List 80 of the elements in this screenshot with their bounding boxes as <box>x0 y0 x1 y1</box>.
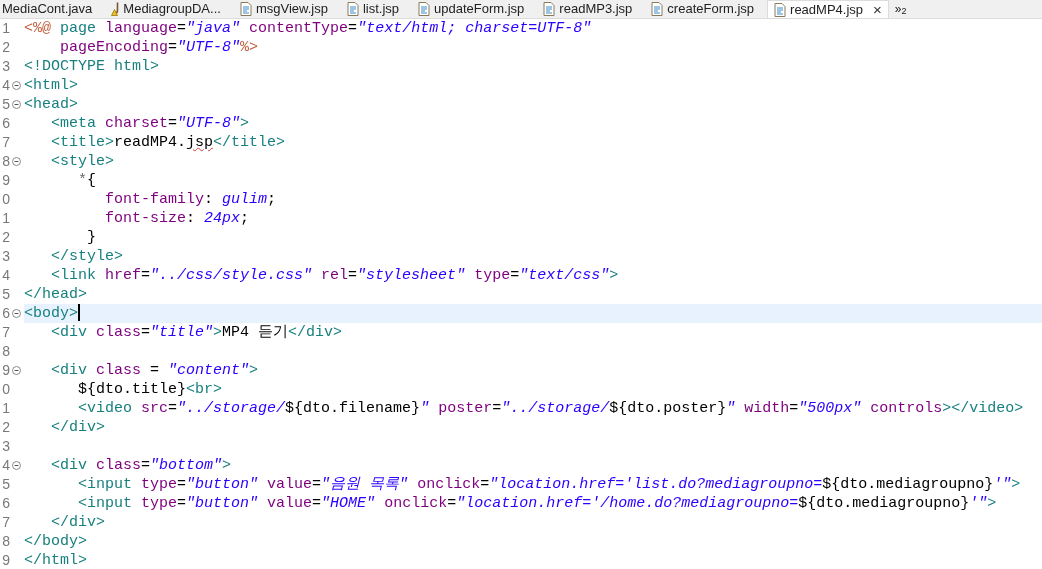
editor-tab[interactable]: updateForm.jsp <box>412 0 538 18</box>
collapse-icon[interactable] <box>12 366 21 375</box>
file-icon <box>346 2 359 16</box>
file-icon <box>239 2 252 16</box>
line-number: 4 <box>1 76 10 95</box>
code-line: <input type="button" value="음원 목록" onclick="location.href='list.do?mediagroupno=${dto.mediagroupno}'"> <box>77 475 1021 494</box>
line-number: 8 <box>1 532 10 551</box>
code-line: <!DOCTYPE html> <box>24 57 160 76</box>
line-number: 7 <box>1 133 10 152</box>
line-number: 4 <box>1 456 10 475</box>
line-number: 1 <box>1 209 10 228</box>
code-line: <div class = "content"> <box>50 361 259 380</box>
collapse-icon[interactable] <box>12 157 21 166</box>
file-icon <box>651 2 664 16</box>
more-tabs-button[interactable]: »$_{2}$ <box>888 0 913 18</box>
code-line: font-family: gulim; <box>104 190 277 209</box>
collapse-icon[interactable] <box>12 100 21 109</box>
code-line: <meta charset="UTF-8"> <box>50 114 250 133</box>
editor-tab[interactable]: msgView.jsp <box>233 0 341 18</box>
line-number: 8 <box>1 342 10 361</box>
editor-tab[interactable]: readMP4.jsp × <box>767 0 889 18</box>
line-number: 1 <box>1 19 10 38</box>
line-number: 6 <box>1 114 10 133</box>
code-line: <body> <box>24 304 78 323</box>
line-number: 7 <box>1 323 10 342</box>
code-line: </body> <box>24 532 87 551</box>
code-line: </html> <box>24 551 87 569</box>
file-icon <box>774 2 787 17</box>
code-line: <input type="button" value="HOME" onclick="location.href='/home.do?mediagroupno=${dto.mediagroupno}'"> <box>77 494 997 513</box>
code-line: <link href="../css/style.css" rel="stylesheet" type="text/css"> <box>50 266 619 285</box>
line-number: 4 <box>1 266 10 285</box>
collapse-icon[interactable] <box>12 81 21 90</box>
editor-tab[interactable]: MediaCont.java <box>0 0 106 18</box>
line-number: 0 <box>1 380 10 399</box>
line-number: 5 <box>1 285 10 304</box>
line-number: 5 <box>1 475 10 494</box>
code-line: } <box>86 228 96 247</box>
editor-tab[interactable]: createForm.jsp <box>645 0 768 18</box>
code-line: ${dto.title}<br> <box>77 380 223 399</box>
line-number: 2 <box>1 418 10 437</box>
code-line: <head> <box>24 95 78 114</box>
code-line: </style> <box>50 247 124 266</box>
editor-tab[interactable]: readMP3.jsp <box>537 0 646 18</box>
code-line: pageEncoding="UTF-8"%> <box>59 38 259 57</box>
file-icon <box>543 2 556 16</box>
line-number: 0 <box>1 190 10 209</box>
code-line: <video src="../storage/${dto.filename}" poster="../storage/${dto.poster}" width="500px" controls></video> <box>77 399 1024 418</box>
collapse-icon[interactable] <box>12 309 21 318</box>
collapse-icon[interactable] <box>12 461 21 470</box>
line-number: 5 <box>1 95 10 114</box>
line-number: 9 <box>1 361 10 380</box>
line-number: 9 <box>1 551 10 569</box>
code-line: </head> <box>24 285 87 304</box>
code-line: <title>readMP4.jsp</title> <box>50 133 286 152</box>
code-line: *{ <box>77 171 97 190</box>
line-number: 9 <box>1 171 10 190</box>
java-file-warning-icon <box>111 2 120 16</box>
line-number: 3 <box>1 437 10 456</box>
line-number: 2 <box>1 228 10 247</box>
line-number: 1 <box>1 399 10 418</box>
line-number: 6 <box>1 494 10 513</box>
close-icon[interactable]: × <box>873 2 882 17</box>
code-line: <div class="title">MP4 듣기</div> <box>50 323 343 342</box>
code-line: </div> <box>50 418 105 437</box>
line-number: 3 <box>1 57 10 76</box>
code-line: <html> <box>24 76 78 95</box>
code-line: <div class="bottom"> <box>50 456 232 475</box>
line-number: 7 <box>1 513 10 532</box>
line-number: 8 <box>1 152 10 171</box>
text-cursor <box>78 304 80 321</box>
code-line: font-size: 24px; <box>104 209 250 228</box>
editor-tab[interactable]: MediagroupDA... <box>105 0 234 18</box>
line-number: 6 <box>1 304 10 323</box>
file-icon <box>418 2 431 16</box>
code-line: </div> <box>50 513 105 532</box>
editor-tab[interactable]: list.jsp <box>340 0 413 18</box>
code-line: <style> <box>50 152 114 171</box>
line-number: 2 <box>1 38 10 57</box>
code-line: <%@ page language="java" contentType="text/html; charset=UTF-8" <box>24 19 592 38</box>
line-number: 3 <box>1 247 10 266</box>
